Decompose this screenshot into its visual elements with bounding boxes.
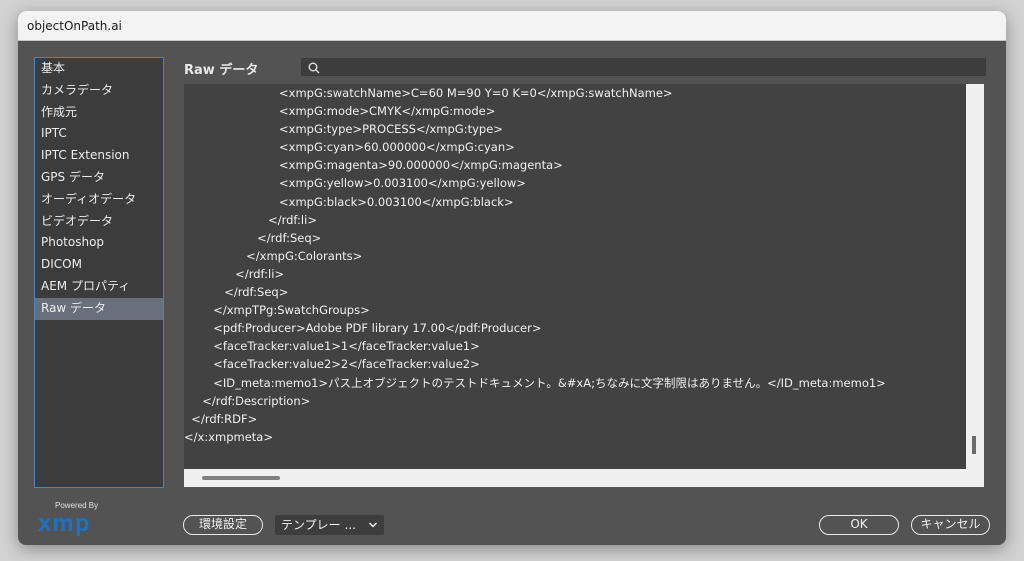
sidebar-item[interactable]: Raw データ: [35, 297, 163, 320]
cancel-button[interactable]: キャンセル: [911, 515, 990, 535]
raw-data-view[interactable]: <xmpG:swatchName>C=60 M=90 Y=0 K=0</xmpG…: [184, 84, 984, 487]
raw-data-text: <xmpG:swatchName>C=60 M=90 Y=0 K=0</xmpG…: [184, 84, 966, 469]
sidebar-item[interactable]: 作成元: [35, 102, 163, 124]
powered-by-text: Powered By: [55, 501, 99, 510]
raw-data-line: </rdf:li>: [184, 266, 285, 281]
sidebar-item[interactable]: 基本: [35, 58, 163, 80]
raw-data-line: </xmpG:Colorants>: [184, 248, 363, 263]
title-bar: objectOnPath.ai: [18, 11, 1006, 41]
raw-data-line: </rdf:li>: [184, 212, 317, 227]
sidebar-item[interactable]: GPS データ: [35, 167, 163, 189]
raw-data-line: <ID_meta:memo1>パス上オブジェクトのテストドキュメント。&#xA;…: [184, 375, 886, 390]
raw-data-line: </rdf:Seq>: [184, 230, 322, 245]
sidebar-item[interactable]: オーディオデータ: [35, 189, 163, 211]
raw-data-line: </rdf:Description>: [184, 393, 311, 408]
raw-data-line: <pdf:Producer>Adobe PDF library 17.00</p…: [184, 321, 542, 336]
template-dropdown-label: テンプレー ...: [281, 518, 356, 532]
sidebar-item[interactable]: Photoshop: [35, 232, 163, 254]
raw-data-line: <xmpG:type>PROCESS</xmpG:type>: [184, 122, 503, 137]
dialog-window: objectOnPath.ai 基本 カメラデータ 作成元 IPTC IPTC Exte…: [18, 11, 1006, 545]
vertical-scrollbar[interactable]: [966, 84, 984, 469]
xmp-logo: Powered By xmp: [36, 501, 106, 537]
raw-data-line: </x:xmpmeta>: [184, 429, 273, 444]
raw-data-line: </xmpTPg:SwatchGroups>: [184, 303, 370, 318]
panel-title: Raw データ: [184, 63, 259, 78]
raw-data-line: </rdf:Seq>: [184, 285, 289, 300]
search-input[interactable]: [324, 59, 979, 75]
sidebar-item[interactable]: IPTC: [35, 123, 163, 145]
vertical-scroll-thumb[interactable]: [972, 436, 976, 454]
sidebar-item[interactable]: カメラデータ: [35, 80, 163, 102]
raw-data-line: <faceTracker:value2>2</faceTracker:value…: [184, 357, 480, 372]
sidebar-item[interactable]: AEM プロパティ: [35, 276, 163, 298]
chevron-down-icon: [368, 522, 378, 528]
raw-data-line: <faceTracker:value1>1</faceTracker:value…: [184, 339, 480, 354]
preferences-button[interactable]: 環境設定: [183, 515, 263, 535]
raw-data-line: <xmpG:mode>CMYK</xmpG:mode>: [184, 104, 496, 119]
raw-data-line: </rdf:RDF>: [184, 411, 258, 426]
sidebar-item[interactable]: DICOM: [35, 254, 163, 276]
ok-button[interactable]: OK: [819, 515, 899, 535]
search-box[interactable]: [301, 58, 986, 76]
sidebar-item[interactable]: IPTC Extension: [35, 145, 163, 167]
horizontal-scrollbar[interactable]: [184, 469, 966, 487]
raw-data-line: <xmpG:cyan>60.000000</xmpG:cyan>: [184, 140, 515, 155]
raw-data-line: <xmpG:yellow>0.003100</xmpG:yellow>: [184, 176, 526, 191]
sidebar-item[interactable]: ビデオデータ: [35, 211, 163, 233]
category-list[interactable]: 基本 カメラデータ 作成元 IPTC IPTC Extension GPS データ オーディ…: [34, 57, 164, 488]
raw-data-line: <xmpG:swatchName>C=60 M=90 Y=0 K=0</xmpG…: [184, 86, 673, 100]
window-title: objectOnPath.ai: [27, 19, 122, 33]
search-icon: [308, 62, 320, 74]
horizontal-scroll-thumb[interactable]: [202, 476, 280, 480]
raw-data-line: <xmpG:magenta>90.000000</xmpG:magenta>: [184, 158, 563, 173]
template-dropdown[interactable]: テンプレー ...: [275, 515, 384, 535]
xmp-logo-mark: xmp: [38, 510, 91, 537]
scroll-corner: [966, 469, 984, 487]
raw-data-line: <xmpG:black>0.003100</xmpG:black>: [184, 194, 514, 209]
